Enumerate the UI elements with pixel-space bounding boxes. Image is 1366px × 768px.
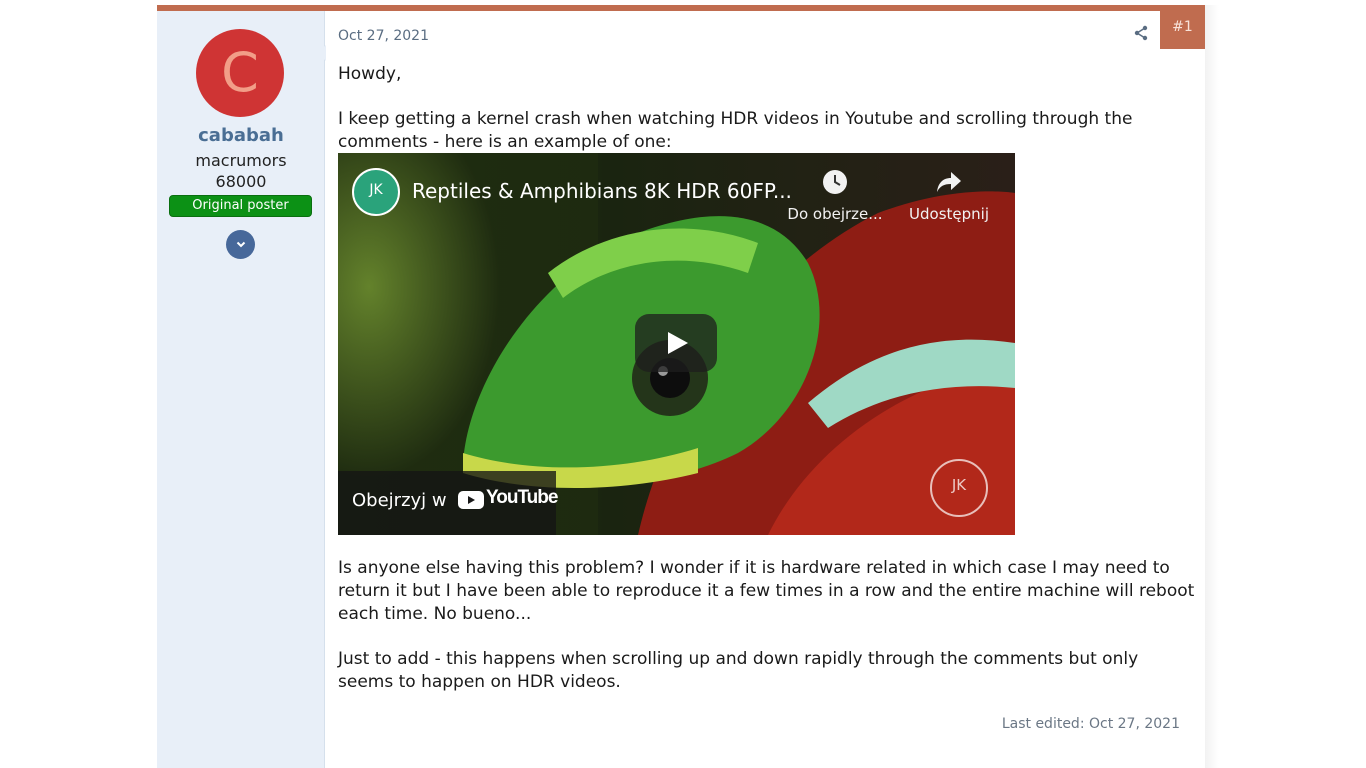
channel-logo[interactable]: JK xyxy=(352,168,400,216)
last-edited: Last edited: Oct 27, 2021 xyxy=(1001,716,1180,732)
share-icon[interactable] xyxy=(1131,23,1151,43)
message-paragraph-2: Is anyone else having this problem? I wo… xyxy=(338,558,1195,624)
forum-post: C cababah macrumors 68000 Original poste… xyxy=(157,5,1205,768)
play-icon xyxy=(668,332,688,354)
youtube-embed[interactable]: JK Reptiles & Amphibians 8K HDR 60FP... … xyxy=(338,153,1015,535)
video-share-label: Udostępnij xyxy=(909,205,989,223)
watch-later-label: Do obejrze... xyxy=(787,205,883,223)
channel-logo-text: JK xyxy=(369,182,383,198)
message-greeting: Howdy, xyxy=(338,64,402,84)
user-sidebar: C cababah macrumors 68000 Original poste… xyxy=(157,11,325,768)
watch-on-label: Obejrzyj w xyxy=(352,490,447,511)
watermark-text: JK xyxy=(951,476,967,494)
original-poster-badge: Original poster xyxy=(169,195,312,217)
watch-on-youtube-button[interactable]: Obejrzyj w YouTube xyxy=(338,471,558,535)
username-link[interactable]: cababah xyxy=(157,125,325,146)
youtube-play-icon xyxy=(458,491,484,509)
message-paragraph-1: I keep getting a kernel crash when watch… xyxy=(338,109,1133,152)
share-arrow-icon xyxy=(937,172,961,192)
post-content: Oct 27, 2021 #1 Howdy, I keep getting a … xyxy=(325,11,1205,768)
chevron-down-icon xyxy=(236,241,245,248)
post-number-link[interactable]: #1 xyxy=(1160,11,1205,49)
message-paragraph-3: Just to add - this happens when scrollin… xyxy=(338,649,1139,692)
user-title-line1: macrumors xyxy=(195,151,287,170)
play-button[interactable] xyxy=(635,314,717,372)
expand-user-info-button[interactable] xyxy=(226,230,255,259)
watch-later-button[interactable]: Do obejrze... xyxy=(780,169,890,223)
post-edge-shadow xyxy=(1205,5,1219,768)
channel-watermark[interactable]: JK xyxy=(930,459,988,517)
clock-icon xyxy=(823,170,847,194)
avatar[interactable]: C xyxy=(196,29,284,117)
video-share-button[interactable]: Udostępnij xyxy=(894,169,1004,223)
user-title-line2: 68000 xyxy=(215,172,267,191)
user-title: macrumors 68000 xyxy=(157,150,325,192)
youtube-wordmark: YouTube xyxy=(486,487,558,508)
post-date-link[interactable]: Oct 27, 2021 xyxy=(338,28,429,44)
video-title-link[interactable]: Reptiles & Amphibians 8K HDR 60FP... xyxy=(412,179,792,203)
